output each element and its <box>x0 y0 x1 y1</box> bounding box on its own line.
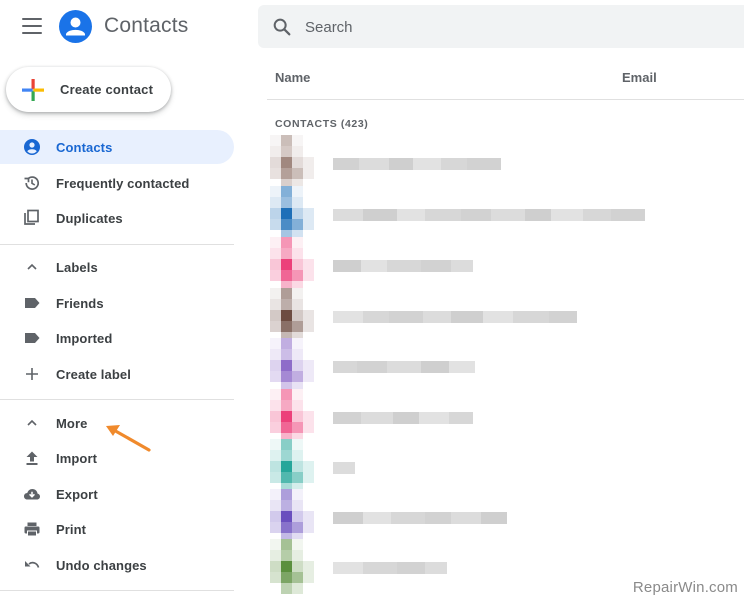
multicolor-plus-icon <box>22 79 44 101</box>
sidebar-item-label: Frequently contacted <box>56 176 190 191</box>
person-icon <box>24 139 40 155</box>
sidebar-item-frequently-contacted[interactable]: Frequently contacted <box>0 166 234 200</box>
more-section-header: More <box>56 416 88 431</box>
contact-row[interactable] <box>267 489 744 544</box>
sidebar-item-duplicates[interactable]: Duplicates <box>0 201 234 235</box>
sidebar-item-label: Import <box>56 451 98 466</box>
contact-name-redacted <box>333 561 447 574</box>
sidebar-item-print[interactable]: Print <box>0 512 234 546</box>
sidebar-item-label: Print <box>56 522 87 537</box>
sidebar-item-export[interactable]: Export <box>0 477 234 511</box>
contact-name-redacted <box>333 208 645 221</box>
sidebar-divider <box>0 244 234 245</box>
labels-section-toggle[interactable]: Labels <box>0 250 234 284</box>
sidebar-item-contacts[interactable]: Contacts <box>0 130 234 164</box>
contacts-logo-icon <box>59 10 92 43</box>
contact-row[interactable] <box>267 135 744 190</box>
create-contact-label: Create contact <box>60 82 154 97</box>
sidebar-item-imported[interactable]: Imported <box>0 321 234 355</box>
create-contact-button[interactable]: Create contact <box>6 67 171 112</box>
watermark: RepairWin.com <box>632 579 738 596</box>
label-icon <box>25 298 40 308</box>
menu-icon[interactable] <box>22 18 42 34</box>
avatar <box>270 439 314 494</box>
contact-row[interactable] <box>267 338 744 393</box>
app-title: Contacts <box>104 14 189 37</box>
chevron-up-icon <box>27 263 37 270</box>
avatar <box>270 288 314 343</box>
avatar <box>270 389 314 444</box>
contact-name-redacted <box>333 259 473 272</box>
label-icon <box>25 333 40 343</box>
plus-icon <box>26 368 38 380</box>
header-divider <box>267 99 744 100</box>
contact-name-redacted <box>333 511 507 524</box>
sidebar-item-create-label[interactable]: Create label <box>0 357 234 391</box>
sidebar-item-label: Undo changes <box>56 558 147 573</box>
avatar <box>270 237 314 292</box>
contact-name-redacted <box>333 461 355 474</box>
sidebar-item-label: Contacts <box>56 140 113 155</box>
sidebar-item-undo-changes[interactable]: Undo changes <box>0 548 234 582</box>
search-icon[interactable] <box>271 16 293 38</box>
column-header-email[interactable]: Email <box>622 70 657 85</box>
contact-name-redacted <box>333 310 577 323</box>
contact-name-redacted <box>333 360 475 373</box>
sidebar-item-label: Export <box>56 487 98 502</box>
annotation-arrow-icon <box>106 425 151 452</box>
contact-row[interactable] <box>267 237 744 292</box>
labels-section-header: Labels <box>56 260 98 275</box>
avatar <box>270 135 314 190</box>
avatar <box>270 539 314 594</box>
avatar <box>270 338 314 393</box>
chevron-up-icon <box>27 419 37 426</box>
contact-row[interactable] <box>267 389 744 444</box>
column-header-name[interactable]: Name <box>275 70 310 85</box>
sidebar-divider <box>0 590 234 591</box>
search-input[interactable] <box>305 14 725 40</box>
cloud-download-icon <box>24 489 40 500</box>
sidebar-item-friends[interactable]: Friends <box>0 286 234 320</box>
sidebar-item-label: Duplicates <box>56 211 123 226</box>
contact-row[interactable] <box>267 186 744 241</box>
sidebar-item-label: Friends <box>56 296 104 311</box>
printer-icon <box>24 522 40 537</box>
contact-row[interactable] <box>267 439 744 494</box>
sidebar-item-label: Imported <box>56 331 113 346</box>
contacts-count-label: CONTACTS (423) <box>275 118 369 130</box>
sidebar-divider <box>0 399 234 400</box>
contact-name-redacted <box>333 157 501 170</box>
copy-icon <box>24 209 39 225</box>
upload-icon <box>26 451 38 465</box>
undo-icon <box>25 561 40 568</box>
sidebar-item-label: Create label <box>56 367 131 382</box>
contact-name-redacted <box>333 411 473 424</box>
contact-row[interactable] <box>267 288 744 343</box>
avatar <box>270 186 314 241</box>
search-bar[interactable] <box>258 5 744 48</box>
avatar <box>270 489 314 544</box>
history-icon <box>24 176 40 190</box>
